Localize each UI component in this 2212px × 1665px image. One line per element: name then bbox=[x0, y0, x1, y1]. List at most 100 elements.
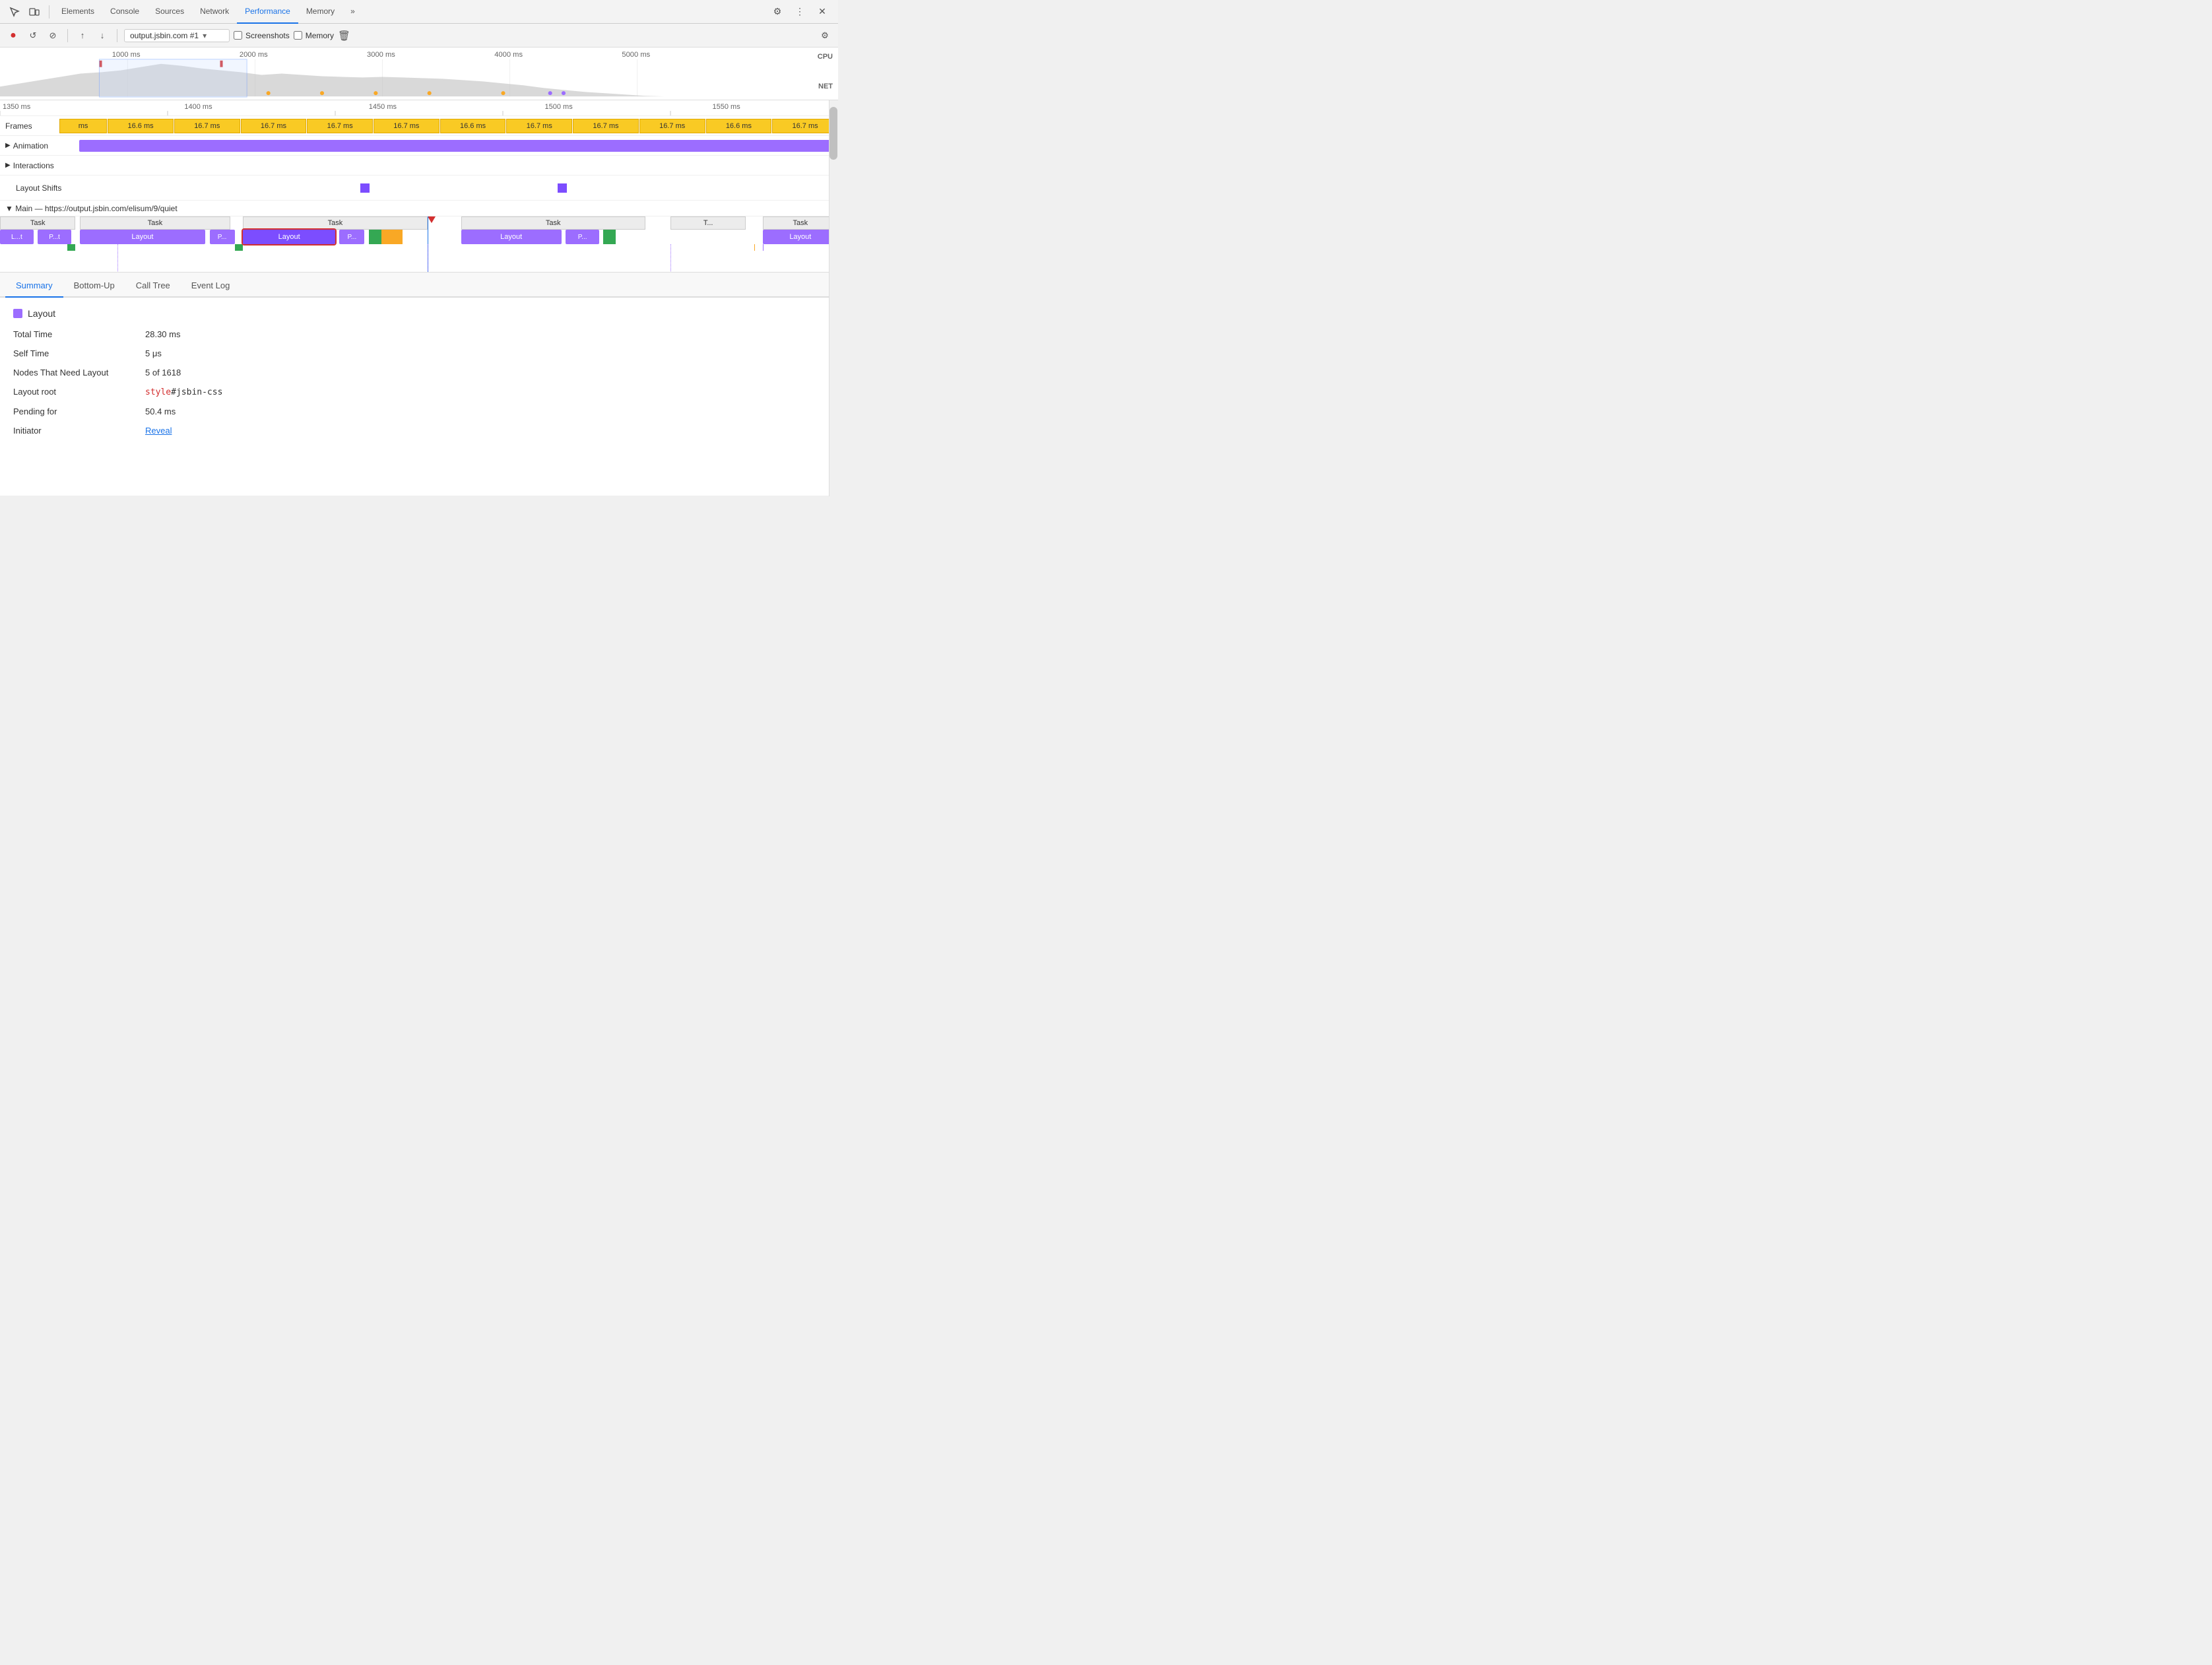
ruler-label-4: 1550 ms bbox=[713, 103, 740, 111]
tab-memory[interactable]: Memory bbox=[298, 0, 342, 24]
task-top-5[interactable]: T... bbox=[670, 216, 746, 230]
nodes-val: 5 of 1618 bbox=[145, 368, 181, 377]
device-toggle-icon[interactable] bbox=[25, 3, 44, 21]
red-marker bbox=[428, 216, 436, 223]
task-top-6[interactable]: Task bbox=[763, 216, 838, 230]
interactions-label[interactable]: ▶ Interactions bbox=[0, 161, 79, 170]
layout-shift-2[interactable] bbox=[558, 183, 567, 193]
initiator-key: Initiator bbox=[13, 426, 145, 436]
ruler-label-0: 1350 ms bbox=[3, 103, 30, 111]
interactions-row: ▶ Interactions bbox=[0, 156, 838, 176]
url-selector-arrow: ▾ bbox=[203, 31, 207, 40]
task-top-4[interactable]: Task bbox=[461, 216, 645, 230]
svg-text:1000 ms: 1000 ms bbox=[112, 51, 141, 59]
layout-shifts-content bbox=[79, 176, 838, 200]
frame-cell-0[interactable]: ms bbox=[59, 119, 107, 133]
overview-chart[interactable]: 1000 ms 2000 ms 3000 ms 4000 ms 5000 ms bbox=[0, 48, 805, 100]
green-bar-3 bbox=[369, 230, 381, 244]
tab-elements[interactable]: Elements bbox=[53, 0, 102, 24]
frame-cell-11[interactable]: 16.7 ms bbox=[772, 119, 838, 133]
tab-network[interactable]: Network bbox=[192, 0, 237, 24]
summary-color-dot bbox=[13, 309, 22, 318]
tabs-right-actions: ⚙ ⋮ ✕ bbox=[768, 3, 833, 21]
net-label: NET bbox=[818, 82, 833, 90]
summary-row-self-time: Self Time 5 μs bbox=[13, 348, 825, 358]
summary-panel: Layout Total Time 28.30 ms Self Time 5 μ… bbox=[0, 298, 838, 496]
task-top-1[interactable]: Task bbox=[0, 216, 75, 230]
interactions-content bbox=[79, 156, 838, 175]
url-selector[interactable]: output.jsbin.com #1 ▾ bbox=[124, 29, 230, 42]
cursor-icon[interactable] bbox=[5, 3, 24, 21]
animation-label[interactable]: ▶ Animation bbox=[0, 141, 79, 150]
tab-summary[interactable]: Summary bbox=[5, 274, 63, 298]
subtask-p2[interactable]: P... bbox=[210, 230, 235, 244]
memory-checkbox-label[interactable]: Memory bbox=[294, 31, 334, 40]
tab-call-tree[interactable]: Call Tree bbox=[125, 274, 181, 298]
summary-row-pending: Pending for 50.4 ms bbox=[13, 407, 825, 416]
frame-cell-3[interactable]: 16.7 ms bbox=[241, 119, 307, 133]
trash-icon[interactable]: 🗑 bbox=[338, 30, 350, 42]
tab-bottom-up[interactable]: Bottom-Up bbox=[63, 274, 125, 298]
reload-record-icon[interactable]: ↺ bbox=[25, 28, 41, 44]
frame-cell-8[interactable]: 16.7 ms bbox=[573, 119, 639, 133]
task-top-2[interactable]: Task bbox=[80, 216, 231, 230]
screenshots-checkbox-label[interactable]: Screenshots bbox=[234, 31, 290, 40]
frame-cell-7[interactable]: 16.7 ms bbox=[506, 119, 572, 133]
tab-performance[interactable]: Performance bbox=[237, 0, 298, 24]
summary-row-initiator: Initiator Reveal bbox=[13, 426, 825, 436]
task-top-3[interactable]: Task bbox=[243, 216, 427, 230]
animation-content bbox=[79, 136, 838, 155]
tab-sources[interactable]: Sources bbox=[147, 0, 192, 24]
screenshots-checkbox[interactable] bbox=[234, 31, 242, 40]
animation-row: ▶ Animation bbox=[0, 136, 838, 156]
summary-row-total-time: Total Time 28.30 ms bbox=[13, 329, 825, 339]
main-panel: 1350 ms 1400 ms 1450 ms 1500 ms 1550 ms … bbox=[0, 100, 838, 273]
subtask-lt[interactable]: L...t bbox=[0, 230, 34, 244]
subtask-p3[interactable]: P... bbox=[339, 230, 364, 244]
upload-icon[interactable]: ↑ bbox=[75, 28, 90, 44]
frame-cell-1[interactable]: 16.6 ms bbox=[108, 119, 174, 133]
frame-cell-4[interactable]: 16.7 ms bbox=[307, 119, 373, 133]
subtask-p4[interactable]: P... bbox=[566, 230, 599, 244]
subtask-pt1[interactable]: P...t bbox=[38, 230, 71, 244]
more-options-icon[interactable]: ⋮ bbox=[791, 3, 809, 21]
record-icon[interactable]: ● bbox=[5, 28, 21, 44]
tab-more[interactable]: » bbox=[342, 0, 363, 24]
clear-icon[interactable]: ⊘ bbox=[45, 28, 61, 44]
scrollbar[interactable] bbox=[829, 100, 838, 496]
main-thread-header: ▼ Main — https://output.jsbin.com/elisum… bbox=[0, 201, 838, 216]
close-icon[interactable]: ✕ bbox=[813, 3, 831, 21]
subtask-layout1[interactable]: Layout bbox=[80, 230, 206, 244]
scrollbar-thumb[interactable] bbox=[830, 107, 837, 160]
settings-icon[interactable]: ⚙ bbox=[768, 3, 787, 21]
frame-cell-10[interactable]: 16.6 ms bbox=[706, 119, 772, 133]
svg-text:2000 ms: 2000 ms bbox=[240, 51, 268, 59]
overview-area: 1000 ms 2000 ms 3000 ms 4000 ms 5000 ms … bbox=[0, 48, 838, 100]
frame-cell-2[interactable]: 16.7 ms bbox=[174, 119, 240, 133]
download-icon[interactable]: ↓ bbox=[94, 28, 110, 44]
memory-checkbox[interactable] bbox=[294, 31, 302, 40]
initiator-reveal-link[interactable]: Reveal bbox=[145, 426, 172, 436]
dotted-line-3 bbox=[670, 244, 671, 273]
pending-val: 50.4 ms bbox=[145, 407, 176, 416]
screenshots-label: Screenshots bbox=[245, 31, 290, 40]
perf-settings-right: ⚙ bbox=[817, 28, 833, 44]
svg-text:3000 ms: 3000 ms bbox=[367, 51, 395, 59]
nodes-key: Nodes That Need Layout bbox=[13, 368, 145, 377]
subtask-layout2[interactable]: Layout bbox=[461, 230, 562, 244]
main-thread-tasks: Task Task Task Task T... Task L...t P...… bbox=[0, 216, 838, 273]
frames-label: Frames bbox=[0, 121, 59, 131]
layout-shift-1[interactable] bbox=[360, 183, 370, 193]
frame-cell-6[interactable]: 16.6 ms bbox=[440, 119, 506, 133]
frame-cell-5[interactable]: 16.7 ms bbox=[374, 119, 439, 133]
tab-event-log[interactable]: Event Log bbox=[181, 274, 241, 298]
subtask-layout3[interactable]: Layout bbox=[763, 230, 838, 244]
summary-title: Layout bbox=[13, 308, 825, 319]
purple-tick bbox=[763, 244, 764, 251]
tab-console[interactable]: Console bbox=[102, 0, 147, 24]
frame-cell-9[interactable]: 16.7 ms bbox=[639, 119, 705, 133]
subtask-layout-selected[interactable]: Layout bbox=[243, 230, 335, 244]
layout-root-val: style#jsbin-css bbox=[145, 387, 222, 397]
layout-root-key: Layout root bbox=[13, 387, 145, 397]
perf-settings-icon[interactable]: ⚙ bbox=[817, 28, 833, 44]
